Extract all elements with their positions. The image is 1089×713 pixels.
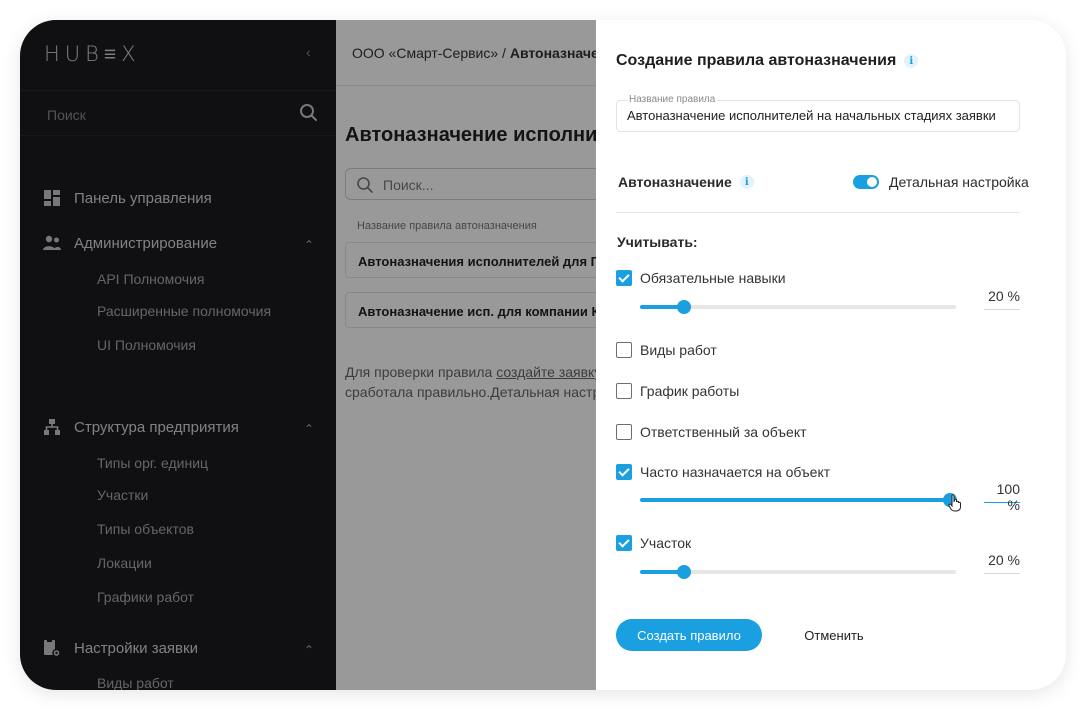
info-icon[interactable]: i [739,175,754,189]
hand-cursor-icon [948,494,961,512]
criterion-work-kinds[interactable]: Виды работ [616,342,717,358]
slider-knob[interactable] [677,300,692,314]
consider-heading: Учитывать: [617,234,698,250]
rule-name-input[interactable] [627,108,1007,123]
criterion-frequently-assigned[interactable]: Часто назначается на объект [616,464,830,480]
create-rule-button[interactable]: Создать правило [616,619,762,651]
criterion-label: График работы [640,383,740,399]
weight-percent-input[interactable]: 20 % [984,288,1020,310]
criterion-label: Виды работ [640,342,717,358]
criterion-label: Обязательные навыки [640,270,786,286]
detailed-settings-toggle[interactable] [853,175,879,189]
criterion-work-schedule[interactable]: График работы [616,383,739,399]
checkbox-checked[interactable] [616,464,632,480]
autoassign-label: Автоназначение [618,174,732,190]
weight-slider[interactable] [640,300,956,314]
modal-overlay[interactable] [20,20,596,690]
weight-slider[interactable] [640,493,957,507]
weight-slider[interactable] [640,565,956,579]
slider-knob[interactable] [677,565,692,579]
rule-name-label: Название правила [627,94,718,105]
criterion-label: Участок [640,535,692,551]
section-divider [616,212,1020,213]
weight-percent-input[interactable]: 20 % [984,552,1020,574]
checkbox-checked[interactable] [616,270,632,286]
checkbox-unchecked[interactable] [616,342,632,358]
drawer-title-text: Создание правила автоназначения [616,52,897,69]
cancel-button[interactable]: Отменить [794,619,874,651]
app-window: HUB≡X ‹ Поиск Панель управления Админист… [20,20,1066,690]
checkbox-checked[interactable] [616,535,632,551]
criterion-label: Ответственный за объект [640,424,807,440]
info-icon[interactable]: i [904,54,919,68]
autoassign-label-row: Автоназначение i [618,174,754,190]
slider-fill [640,498,950,502]
create-rule-drawer: Создание правила автоназначения i Назван… [596,20,1066,690]
criterion-site[interactable]: Участок [616,535,691,551]
criterion-required-skills[interactable]: Обязательные навыки [616,270,786,286]
rule-name-field[interactable]: Название правила [616,94,1020,132]
detailed-settings-label: Детальная настройка [889,174,1029,190]
checkbox-unchecked[interactable] [616,383,632,399]
criterion-label: Часто назначается на объект [640,464,831,480]
checkbox-unchecked[interactable] [616,424,632,440]
drawer-title: Создание правила автоназначения i [616,52,919,70]
criterion-object-responsible[interactable]: Ответственный за объект [616,424,807,440]
weight-percent-input[interactable]: 100 % [984,481,1020,513]
